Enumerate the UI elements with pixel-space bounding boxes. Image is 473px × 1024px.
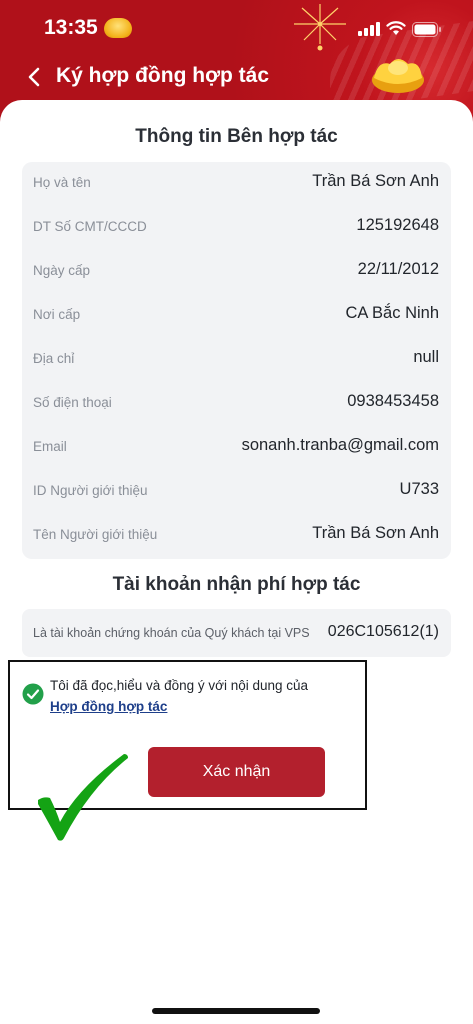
home-indicator — [152, 1008, 320, 1014]
info-label: Địa chỉ — [33, 351, 75, 366]
partner-info-title: Thông tin Bên hợp tác — [135, 126, 338, 147]
info-label: Tên Người giới thiệu — [33, 527, 158, 542]
info-value: null — [413, 348, 439, 366]
fee-account-label: Là tài khoản chứng khoán của Quý khách t… — [33, 626, 310, 640]
info-row-referrer-name: Tên Người giới thiệu Trần Bá Sơn Anh — [22, 514, 451, 558]
info-row-id-number: DT Số CMT/CCCD 125192648 — [22, 206, 451, 250]
info-label: Số điện thoại — [33, 395, 112, 410]
signal-icon — [358, 22, 380, 36]
info-row-phone: Số điện thoại 0938453458 — [22, 382, 451, 426]
info-value: 125192648 — [356, 216, 439, 234]
agreement-text: Tôi đã đọc,hiểu và đồng ý với nội dung c… — [50, 678, 309, 693]
partner-info-card: Họ và tên Trần Bá Sơn Anh DT Số CMT/CCCD… — [22, 162, 451, 559]
gold-ingot-icon — [372, 59, 424, 93]
wifi-icon — [386, 21, 406, 35]
info-value: 22/11/2012 — [357, 260, 439, 278]
info-label: Họ và tên — [33, 175, 91, 190]
page-title: Ký hợp đồng hợp tác — [56, 64, 270, 87]
contract-link[interactable]: Hợp đồng hợp tác — [50, 699, 167, 714]
checkbox-checked-icon[interactable] — [22, 683, 44, 705]
back-icon[interactable] — [22, 64, 48, 90]
info-row-email: Email sonanh.tranba@gmail.com — [22, 426, 451, 470]
checkmark-annotation-icon — [38, 754, 128, 841]
battery-icon — [412, 22, 441, 37]
info-row-full-name: Họ và tên Trần Bá Sơn Anh — [22, 162, 451, 206]
fee-account-card: Là tài khoản chứng khoán của Quý khách t… — [22, 609, 451, 657]
info-row-issue-place: Nơi cấp CA Bắc Ninh — [22, 294, 451, 338]
info-value: U733 — [399, 480, 439, 498]
fee-account-value: 026C105612(1) — [327, 623, 439, 640]
info-label: Email — [33, 439, 67, 454]
info-value: Trần Bá Sơn Anh — [312, 524, 439, 542]
info-value: 0938453458 — [347, 392, 439, 410]
gold-coin-icon — [104, 18, 132, 38]
info-label: Nơi cấp — [33, 307, 81, 322]
info-row-referrer-id: ID Người giới thiệu U733 — [22, 470, 451, 514]
info-label: ID Người giới thiệu — [33, 483, 148, 498]
status-time: 13:35 — [44, 16, 98, 39]
info-row-issue-date: Ngày cấp 22/11/2012 — [22, 250, 451, 294]
confirm-button[interactable]: Xác nhận — [148, 747, 325, 797]
info-label: DT Số CMT/CCCD — [33, 219, 147, 234]
info-value: Trần Bá Sơn Anh — [312, 172, 439, 190]
fee-account-title: Tài khoản nhận phí hợp tác — [112, 574, 361, 595]
info-label: Ngày cấp — [33, 263, 91, 278]
status-bar: 13:35 — [0, 4, 473, 51]
info-row-address: Địa chỉ null — [22, 338, 451, 382]
info-value: CA Bắc Ninh — [345, 304, 439, 322]
firework-icon — [294, 4, 346, 51]
info-value: sonanh.tranba@gmail.com — [241, 436, 439, 454]
